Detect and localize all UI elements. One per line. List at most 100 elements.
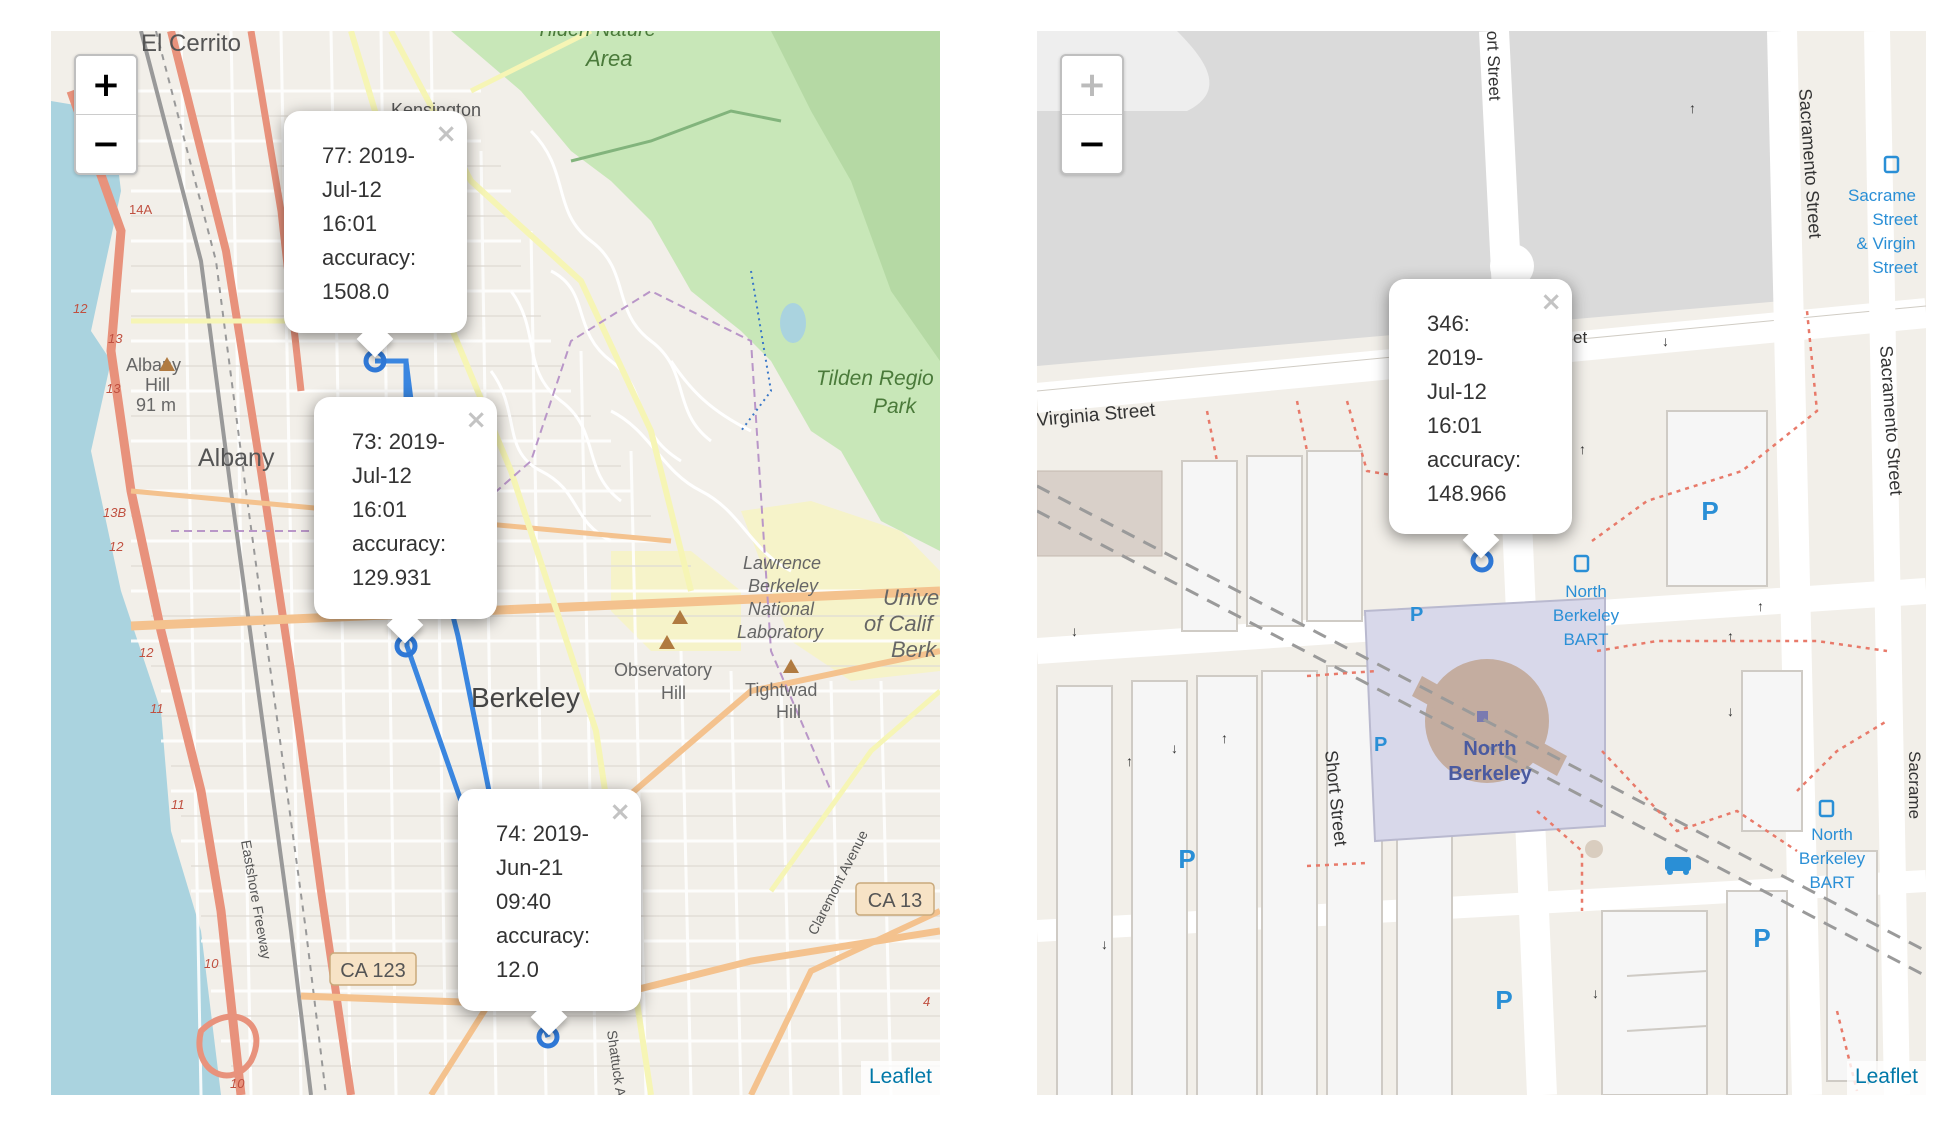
popup-line: 16:01 [322,211,378,236]
label-nb-bart-2: Berkeley [1553,606,1620,625]
label-lawrence-3: National [748,599,815,619]
oneway-arrow: ↑ [1221,730,1228,746]
oneway-arrow: ↑ [1579,441,1586,457]
label-nb-bart-1: North [1565,582,1607,601]
label-univ-2: of Calif [864,611,935,636]
label-lawrence-2: Berkeley [748,576,819,596]
parking-icon: P [1178,844,1195,874]
attribution: Leaflet [860,1061,940,1095]
marker-popup-346[interactable]: × 346: 2019- Jul-12 16:01 accuracy: 148.… [1389,279,1572,559]
popup-line: accuracy: [322,245,417,270]
label-short-street-top: ort Street [1483,31,1504,101]
label-route-12a: 12 [73,301,88,316]
label-univ-3: Berk [891,637,937,662]
label-albany: Albany [198,444,275,472]
label-nb-bart-b2: Berkeley [1799,849,1866,868]
label-berkeley: Berkeley [471,682,580,713]
label-route-13a: 13 [108,331,123,346]
marker-popup-74[interactable]: × 74: 2019- Jun-21 09:40 accuracy: 12.0 [458,789,641,1036]
label-route-10: 10 [204,956,219,971]
popup-line: 129.931 [352,565,432,590]
label-ca13: CA 13 [868,890,922,912]
oneway-arrow: ↓ [1727,703,1734,719]
popup-line: 1508.0 [322,279,390,304]
label-route-12b: 12 [109,539,124,554]
popup-close-button[interactable]: × [609,795,631,829]
popup-line: accuracy: [1427,447,1522,472]
map-north-berkeley-detail[interactable]: ↓ ↑ ↓ ↑ ↓ ↑ ↓ ↓ ↑ ↑ ↓ ↑ ↓ ort Street Sac… [1037,31,1926,1095]
popup-close-button[interactable]: × [465,403,487,437]
label-tilden-regional: Tilden Regio [816,367,934,390]
parking-icon: P [1753,923,1770,953]
popup-close-button[interactable]: × [435,117,457,151]
label-stop-2: Street [1872,210,1918,229]
parking-icon: P [1701,496,1718,526]
popup-line: Jul-12 [352,463,412,488]
zoom-out-button[interactable]: − [1062,114,1122,173]
label-nb-bart-b1: North [1811,825,1853,844]
popup-line: 148.966 [1427,481,1507,506]
popup-line: 2019- [1427,345,1484,370]
popup-line: 16:01 [352,497,408,522]
label-route-4: 4 [923,994,930,1009]
map-tiles[interactable]: ↓ ↑ ↓ ↑ ↓ ↑ ↓ ↓ ↑ ↑ ↓ ↑ ↓ ort Street Sac… [1037,31,1926,1095]
zoom-in-button[interactable]: + [76,56,136,114]
popup-line: Jun-21 [496,855,564,880]
bike-parking-icon: P [1410,604,1423,626]
label-tightwad-1: Tightwad [745,680,817,700]
leaflet-link[interactable]: Leaflet [1855,1065,1918,1088]
zoom-in-button[interactable]: + [1062,56,1122,114]
popup-line: 12.0 [496,957,539,982]
oneway-arrow: ↑ [1727,628,1734,644]
zoom-control: + − [74,54,138,175]
popup-line: Jul-12 [1427,379,1487,404]
oneway-arrow: ↓ [1101,936,1108,952]
label-route-13bb: 13B [103,505,126,520]
zoom-control: + − [1060,54,1124,175]
popup-line: accuracy: [496,923,591,948]
label-sacramento-bottom: Sacrame [1905,751,1924,819]
label-univ-1: Unive [883,585,939,610]
popup-line: Jul-12 [322,177,382,202]
popup-line: accuracy: [352,531,447,556]
marker-popup-73[interactable]: × 73: 2019- Jul-12 16:01 accuracy: 129.9… [314,397,497,644]
label-station-1: North [1463,738,1516,760]
label-route-12c: 12 [139,645,154,660]
label-station-2: Berkeley [1448,763,1532,785]
popup-line: 16:01 [1427,413,1483,438]
label-nb-bart-3: BART [1563,630,1608,649]
marker-popup-77[interactable]: × 77: 2019- Jul-12 16:01 accuracy: 1508.… [284,111,467,358]
label-stop-3: & Virgin [1856,234,1915,253]
zoom-out-button[interactable]: − [76,114,136,173]
label-nb-bart-b3: BART [1809,873,1854,892]
label-route-14a: 14A [129,202,152,217]
popup-line: 09:40 [496,889,552,914]
label-tightwad-2: Hill [776,702,801,722]
label-stop-1: Sacrame [1848,186,1916,205]
map-berkeley-overview[interactable]: El Cerrito Tilden Nature Area Kensington… [51,31,940,1095]
oneway-arrow: ↓ [1592,985,1599,1001]
attribution: Leaflet [1846,1061,1926,1095]
label-street-fragment: et [1573,328,1587,347]
label-route-11b: 11 [171,797,185,812]
label-ca123: CA 123 [340,960,406,982]
leaflet-link[interactable]: Leaflet [869,1065,932,1088]
label-lawrence-4: Laboratory [737,622,824,642]
label-route-11: 11 [150,701,164,716]
label-observatory-2: Hill [661,683,686,703]
label-lawrence-1: Lawrence [743,553,821,573]
oneway-arrow: ↓ [1071,623,1078,639]
oneway-arrow: ↑ [1126,753,1133,769]
label-albany-elev: 91 m [136,395,176,415]
label-observatory-1: Observatory [614,660,712,680]
label-area: Area [584,46,632,71]
oneway-arrow: ↑ [1689,100,1696,116]
popup-close-button[interactable]: × [1540,285,1562,319]
label-stop-4: Street [1872,258,1918,277]
oneway-arrow: ↓ [1171,740,1178,756]
label-route-13b: 13 [106,381,121,396]
bike-parking-icon: P [1374,734,1387,756]
label-park: Park [873,395,918,418]
label-route-10b: 10 [230,1076,245,1091]
oneway-arrow: ↑ [1757,598,1764,614]
